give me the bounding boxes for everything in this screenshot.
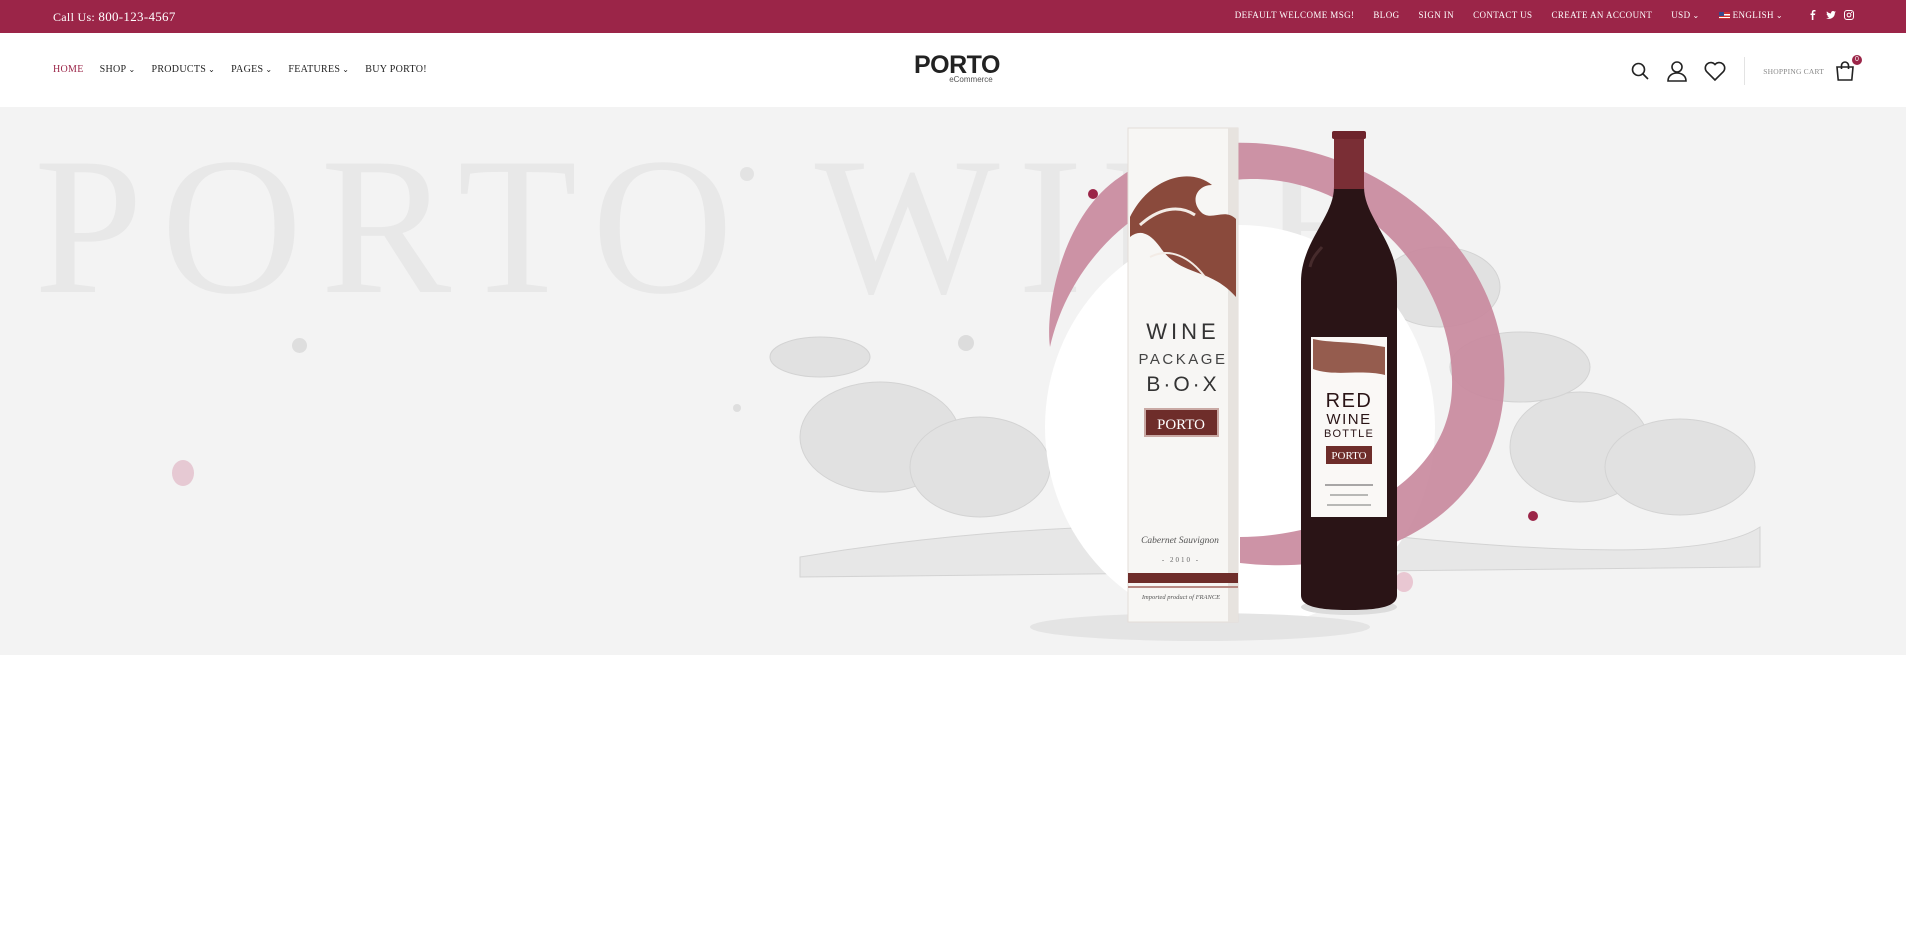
top-bar: Call Us: 800-123-4567 Default welcome ms… xyxy=(0,0,1906,33)
main-nav: HOME SHOP ⌄ PRODUCTS ⌄ PAGES ⌄ FEATURES ⌄ BU… xyxy=(53,64,427,75)
bottle-line-3: BOTTLE xyxy=(1324,428,1374,440)
main-header: HOME SHOP ⌄ PRODUCTS ⌄ PAGES ⌄ FEATURES ⌄ BU… xyxy=(0,33,1906,108)
ring-drip xyxy=(1395,572,1413,592)
nav-item-home[interactable]: HOME xyxy=(53,64,84,75)
nav-label: PAGES xyxy=(231,64,264,75)
bottle-line-1: RED xyxy=(1326,390,1373,412)
nav-item-pages[interactable]: PAGES ⌄ xyxy=(231,64,272,75)
twitter-icon[interactable] xyxy=(1826,10,1836,20)
chevron-down-icon: ⌄ xyxy=(342,65,350,74)
nav-label: SHOP xyxy=(99,64,127,75)
chevron-down-icon: ⌄ xyxy=(128,65,136,74)
chevron-down-icon: ⌄ xyxy=(1775,11,1783,20)
call-us-label: Call Us: xyxy=(53,10,96,24)
box-year: - 2010 - xyxy=(1162,556,1200,564)
box-line-3: B·O·X xyxy=(1146,373,1219,396)
social-links xyxy=(1808,10,1854,20)
instagram-icon[interactable] xyxy=(1844,10,1854,20)
logo-wordmark: PORTO xyxy=(914,51,1000,79)
header-actions: SHOPPING CART 0 xyxy=(1618,55,1862,85)
phone-number[interactable]: 800-123-4567 xyxy=(98,9,175,24)
currency-switcher[interactable]: USD ⌄ xyxy=(1671,10,1699,20)
blog-link[interactable]: Blog xyxy=(1373,10,1399,20)
language-label: ENGLISH xyxy=(1732,10,1774,20)
header-divider xyxy=(1744,57,1746,85)
cart-label[interactable]: SHOPPING CART xyxy=(1763,67,1824,76)
user-account-icon[interactable] xyxy=(1666,60,1688,82)
currency-label: USD xyxy=(1671,10,1691,20)
cart-count-badge: 0 xyxy=(1852,55,1862,65)
nav-label: FEATURES xyxy=(288,64,341,75)
box-variety: Cabernet Sauvignon xyxy=(1141,536,1219,546)
welcome-message: Default welcome msg! xyxy=(1234,10,1355,20)
logo-tagline: eCommerce xyxy=(949,75,993,84)
create-account-link[interactable]: Create an Account xyxy=(1551,10,1652,20)
chevron-down-icon: ⌄ xyxy=(1692,11,1700,20)
site-logo[interactable]: PORTO eCommerce xyxy=(914,51,1000,85)
search-icon[interactable] xyxy=(1630,61,1650,81)
bottle-brand: PORTO xyxy=(1331,450,1366,462)
box-origin: Imported product of FRANCE xyxy=(1141,594,1220,601)
language-switcher[interactable]: ENGLISH ⌄ xyxy=(1718,10,1783,20)
sign-in-link[interactable]: Sign In xyxy=(1419,10,1455,20)
contact-us-link[interactable]: Contact Us xyxy=(1473,10,1532,20)
facebook-icon[interactable] xyxy=(1808,10,1818,20)
nav-item-shop[interactable]: SHOP ⌄ xyxy=(100,64,136,75)
nav-item-products[interactable]: PRODUCTS ⌄ xyxy=(151,64,215,75)
hero-product-illustration: WINE PACKAGE B·O·X PORTO Cabernet Sauvig… xyxy=(769,127,1761,641)
nav-item-features[interactable]: FEATURES ⌄ xyxy=(288,64,349,75)
wishlist-heart-icon[interactable] xyxy=(1704,60,1726,82)
bottle-line-2: WINE xyxy=(1326,411,1371,428)
nav-item-buy-porto[interactable]: BUY PORTO! xyxy=(365,64,427,75)
top-links: Default welcome msg! Blog Sign In Contac… xyxy=(1235,10,1854,20)
box-line-1: WINE xyxy=(1146,319,1219,344)
us-flag-icon xyxy=(1718,12,1730,20)
box-brand: PORTO xyxy=(1157,417,1205,433)
shopping-bag-icon[interactable]: 0 xyxy=(1834,55,1862,82)
chevron-down-icon: ⌄ xyxy=(265,65,273,74)
nav-label: PRODUCTS xyxy=(151,64,207,75)
call-us: Call Us: 800-123-4567 xyxy=(53,9,176,25)
box-line-2: PACKAGE xyxy=(1139,351,1228,368)
chevron-down-icon: ⌄ xyxy=(208,65,216,74)
hero-banner: PORTO WINE WINE PACKAGE B·O·X PORTO Cabe… xyxy=(0,107,1906,655)
